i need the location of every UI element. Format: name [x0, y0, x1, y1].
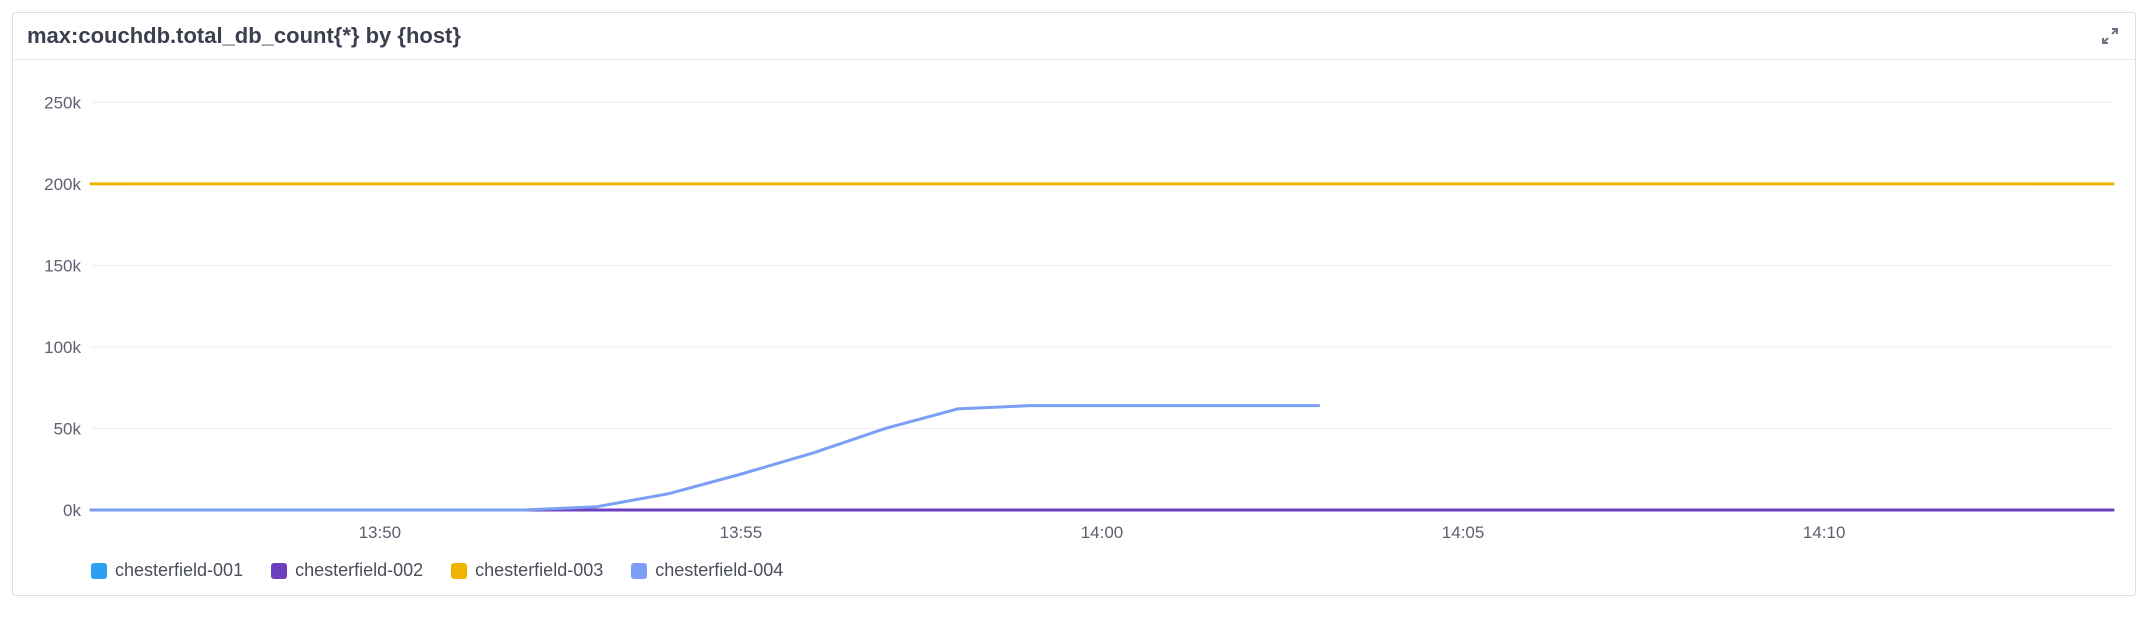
y-tick-label: 0k: [63, 501, 81, 520]
series-line-chesterfield-004[interactable]: [91, 406, 1319, 510]
y-tick-label: 100k: [44, 338, 81, 357]
x-tick-label: 14:00: [1081, 523, 1124, 542]
legend-item-chesterfield-001[interactable]: chesterfield-001: [91, 560, 243, 581]
legend-item-chesterfield-004[interactable]: chesterfield-004: [631, 560, 783, 581]
y-tick-label: 200k: [44, 175, 81, 194]
legend-swatch: [631, 563, 647, 579]
legend-item-chesterfield-003[interactable]: chesterfield-003: [451, 560, 603, 581]
legend-label: chesterfield-002: [295, 560, 423, 581]
legend-item-chesterfield-002[interactable]: chesterfield-002: [271, 560, 423, 581]
y-tick-label: 250k: [44, 93, 81, 112]
legend-label: chesterfield-004: [655, 560, 783, 581]
legend-label: chesterfield-001: [115, 560, 243, 581]
expand-icon[interactable]: [2099, 25, 2121, 47]
x-axis: 13:50 13:55 14:00 14:05 14:10: [359, 523, 1846, 542]
chart-area: 0k 50k 100k 150k 200k 250k 13:50 13:55 14:00 14:0…: [13, 60, 2135, 550]
line-chart[interactable]: 0k 50k 100k 150k 200k 250k 13:50 13:55 14:00 14:0…: [27, 70, 2123, 550]
x-tick-label: 13:55: [720, 523, 763, 542]
chart-title: max:couchdb.total_db_count{*} by {host}: [27, 23, 461, 49]
y-tick-label: 150k: [44, 256, 81, 275]
grid: [91, 102, 2113, 510]
legend: chesterfield-001 chesterfield-002 chesterf…: [13, 550, 2135, 595]
legend-swatch: [451, 563, 467, 579]
legend-swatch: [91, 563, 107, 579]
widget-header: max:couchdb.total_db_count{*} by {host}: [13, 13, 2135, 60]
y-tick-label: 50k: [54, 419, 82, 438]
legend-label: chesterfield-003: [475, 560, 603, 581]
legend-swatch: [271, 563, 287, 579]
chart-widget: max:couchdb.total_db_count{*} by {host} …: [12, 12, 2136, 596]
x-tick-label: 14:10: [1803, 523, 1846, 542]
x-tick-label: 13:50: [359, 523, 402, 542]
x-tick-label: 14:05: [1442, 523, 1485, 542]
